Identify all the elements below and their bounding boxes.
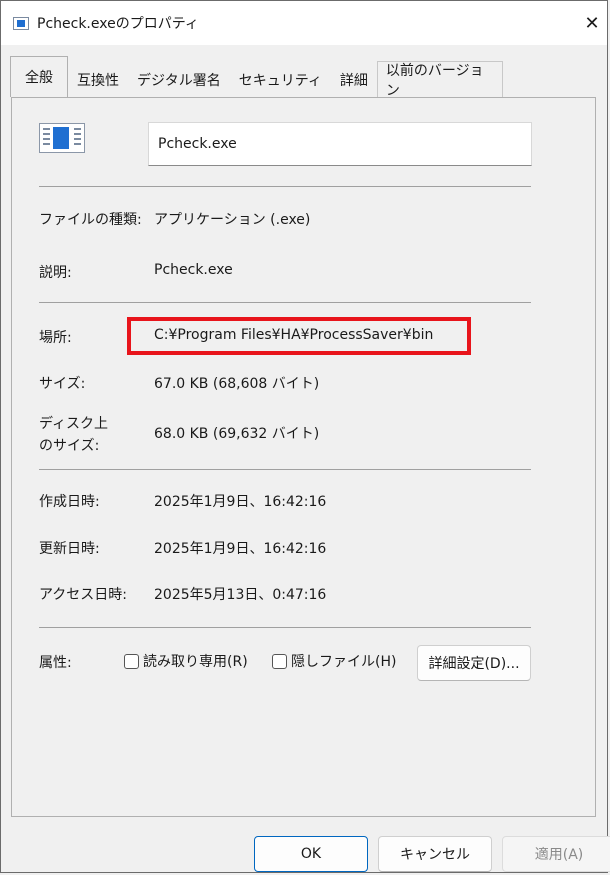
cancel-button[interactable]: キャンセル xyxy=(378,836,492,872)
created-label: 作成日時: xyxy=(39,494,100,510)
hidden-checkbox-group[interactable]: 隠しファイル(H) xyxy=(272,651,396,671)
exe-file-icon xyxy=(13,16,29,30)
tab-strip: 全般 互換性 デジタル署名 セキュリティ 詳細 以前のバージョン xyxy=(10,56,503,99)
divider xyxy=(39,469,531,470)
tab-previous-versions[interactable]: 以前のバージョン xyxy=(376,61,503,99)
tab-compatibility[interactable]: 互換性 xyxy=(68,61,128,97)
created-value: 2025年1月9日、16:42:16 xyxy=(154,494,327,510)
attributes-label: 属性: xyxy=(39,655,72,671)
file-name-input[interactable] xyxy=(148,122,532,166)
properties-dialog: Pcheck.exeのプロパティ ✕ 全般 互換性 デジタル署名 セキュリティ … xyxy=(0,0,610,873)
size-value: 67.0 KB (68,608 バイト) xyxy=(154,376,320,392)
ok-button[interactable]: OK xyxy=(254,836,368,872)
modified-value: 2025年1月9日、16:42:16 xyxy=(154,541,327,557)
readonly-checkbox-group[interactable]: 読み取り専用(R) xyxy=(124,651,248,671)
disk-size-label-line2: のサイズ: xyxy=(39,438,100,454)
apply-button[interactable]: 適用(A) xyxy=(502,836,610,872)
file-type-value: アプリケーション (.exe) xyxy=(154,212,311,228)
disk-size-value: 68.0 KB (69,632 バイト) xyxy=(154,426,320,442)
hidden-checkbox[interactable] xyxy=(272,653,287,669)
close-button[interactable]: ✕ xyxy=(577,1,607,45)
exe-file-icon xyxy=(39,123,85,153)
file-type-label: ファイルの種類: xyxy=(39,212,142,228)
readonly-checkbox-label[interactable]: 読み取り専用(R) xyxy=(143,651,248,671)
location-label: 場所: xyxy=(39,330,72,346)
accessed-value: 2025年5月13日、0:47:16 xyxy=(154,587,327,603)
disk-size-label: ディスク上 のサイズ: xyxy=(39,413,108,457)
tab-details[interactable]: 詳細 xyxy=(331,61,377,97)
readonly-checkbox[interactable] xyxy=(124,653,139,669)
advanced-attributes-button[interactable]: 詳細設定(D)... xyxy=(417,645,531,681)
tab-general[interactable]: 全般 xyxy=(10,56,68,97)
tab-security[interactable]: セキュリティ xyxy=(230,61,331,97)
window-title: Pcheck.exeのプロパティ xyxy=(37,16,199,32)
general-tab-panel xyxy=(11,97,596,817)
hidden-checkbox-label[interactable]: 隠しファイル(H) xyxy=(291,651,396,671)
accessed-label: アクセス日時: xyxy=(39,587,128,603)
title-bar[interactable]: Pcheck.exeのプロパティ ✕ xyxy=(1,1,607,45)
disk-size-label-line1: ディスク上 xyxy=(39,416,109,432)
tab-digital-signatures[interactable]: デジタル署名 xyxy=(128,61,230,97)
divider xyxy=(39,302,531,303)
divider xyxy=(39,627,531,628)
modified-label: 更新日時: xyxy=(39,541,100,557)
location-highlight-box xyxy=(127,317,471,355)
description-value: Pcheck.exe xyxy=(154,262,233,278)
divider xyxy=(39,186,531,187)
size-label: サイズ: xyxy=(39,376,86,392)
description-label: 説明: xyxy=(39,265,72,281)
